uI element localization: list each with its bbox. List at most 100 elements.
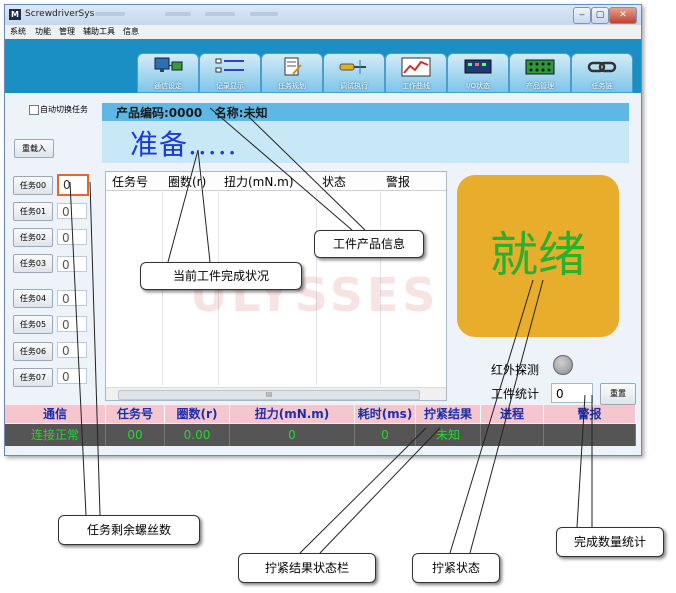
sb-val-result: 未知 [416,424,481,446]
sb-head-comm: 通信 [5,405,106,423]
tab-label: 记录显示 [216,82,244,90]
callout-product-info: 工件产品信息 [314,230,424,258]
tab-label: 工作曲线 [402,82,430,90]
title-blur-decor [165,12,191,16]
task-button-00[interactable]: 任务00 [13,176,53,195]
title-blur-decor [250,12,278,16]
col-task-no[interactable]: 任务号 [112,173,148,190]
tab-label: 任务链 [591,82,613,90]
tab-product-manage[interactable]: 产品管理 [509,53,571,93]
auto-switch-label: 自动切换任务 [40,105,88,114]
task-button-03[interactable]: 任务03 [13,254,53,273]
sb-val-task: 00 [106,424,165,446]
menu-function[interactable]: 功能 [35,26,51,37]
tab-label: 产品管理 [526,82,554,90]
workpiece-count-field[interactable]: 0 [551,383,593,403]
sb-val-torque: 0 [230,424,355,446]
title-blur-decor [205,12,235,16]
tab-label: I/O状态 [466,82,490,90]
app-logo-icon: M [9,9,21,20]
callout-count-stat: 完成数量统计 [556,527,664,557]
workpiece-count-label: 工件统计 [491,387,540,401]
callout-completion: 当前工件完成状况 [140,262,302,290]
task-remaining-05[interactable]: 0 [57,316,87,332]
task-button-02[interactable]: 任务02 [13,228,53,247]
reload-button[interactable]: 重载入 [14,139,54,158]
tab-label: 调试执行 [340,82,368,90]
reset-button[interactable]: 重置 [600,383,636,405]
task-remaining-02[interactable]: 0 [57,229,87,245]
sb-val-progress [481,424,544,446]
tab-debug-run[interactable]: 调试执行 [323,53,385,93]
sb-val-time: 0 [355,424,416,446]
tab-comm-settings[interactable]: 通信设定 [137,53,199,93]
callout-tighten-state: 拧紧状态 [412,553,500,583]
title-bar: M ScrewdriverSys ‒ ▢ ✕ [5,5,641,25]
window-title: ScrewdriverSys [25,9,95,19]
chain-link-icon [587,61,617,73]
col-alarm[interactable]: 警报 [386,173,410,190]
task-button-06[interactable]: 任务06 [13,342,53,361]
menu-manage[interactable]: 管理 [59,26,75,37]
sb-head-progress: 进程 [481,405,544,423]
tab-work-curve[interactable]: 工作曲线 [385,53,447,93]
col-turns[interactable]: 圈数(r) [168,173,206,190]
sb-val-turns: 0.00 [165,424,230,446]
maximize-button[interactable]: ▢ [591,7,609,24]
minimize-button[interactable]: ‒ [573,7,591,24]
callout-result-bar: 拧紧结果状态栏 [238,553,376,583]
task-doc-icon [284,57,302,76]
sb-val-alarm [544,424,636,446]
status-panel: 准备..... [102,121,629,163]
col-state[interactable]: 状态 [322,173,346,190]
col-torque[interactable]: 扭力(mN.m) [224,173,294,190]
task-remaining-06[interactable]: 0 [57,342,87,358]
close-button[interactable]: ✕ [609,7,637,24]
ir-status-led-icon [553,355,573,375]
sb-head-alarm: 警报 [544,405,636,423]
ready-indicator: 就绪 [457,175,619,337]
screwdriver-icon [339,60,366,74]
menu-info[interactable]: 信息 [123,26,139,37]
tab-label: 通信设定 [154,82,182,90]
task-button-01[interactable]: 任务01 [13,202,53,221]
product-board-icon [525,59,555,75]
tab-io-status[interactable]: I/O状态 [447,53,509,93]
sb-head-task: 任务号 [106,405,165,423]
toolbar: 通信设定 记录显示 任务规划 调试执行 工作曲线 I/O状态 产品管理 任务链 [5,39,641,93]
task-button-04[interactable]: 任务04 [13,289,53,308]
horizontal-scrollbar[interactable]: III [106,387,446,400]
task-remaining-00[interactable]: 0 [57,174,89,196]
title-blur-decor [95,12,125,16]
product-info-text: 产品编码:0000 名称:未知 [116,106,268,120]
callout-remaining: 任务剩余螺丝数 [58,515,200,545]
list-records-icon [215,58,244,73]
auto-switch-checkbox[interactable] [29,105,39,115]
sb-head-time: 耗时(ms) [355,405,416,423]
menu-bar: 系统 功能 管理 辅助工具 信息 [5,25,641,39]
monitor-network-icon [154,57,183,72]
task-remaining-01[interactable]: 0 [57,203,87,219]
ir-detect-label: 红外探测 [491,363,540,377]
ready-text: 就绪 [489,227,586,283]
scrollbar-thumb[interactable]: III [118,390,420,400]
task-remaining-07[interactable]: 0 [57,368,87,384]
task-remaining-03[interactable]: 0 [57,256,87,272]
io-panel-icon [464,59,492,74]
sb-val-comm: 连接正常 [5,424,106,446]
menu-tools[interactable]: 辅助工具 [83,26,115,37]
sb-head-torque: 扭力(mN.m) [230,405,355,423]
chart-curve-icon [401,57,431,77]
sb-head-result: 拧紧结果 [416,405,481,423]
table-header: 任务号 圈数(r) 扭力(mN.m) 状态 警报 [106,172,446,191]
tab-record-display[interactable]: 记录显示 [199,53,261,93]
task-button-07[interactable]: 任务07 [13,368,53,387]
menu-system[interactable]: 系统 [10,26,26,37]
task-remaining-04[interactable]: 0 [57,290,87,306]
tab-label: 任务规划 [278,82,306,90]
sb-head-turns: 圈数(r) [165,405,230,423]
task-button-05[interactable]: 任务05 [13,315,53,334]
status-text: 准备..... [130,128,238,161]
tab-task-plan[interactable]: 任务规划 [261,53,323,93]
tab-task-chain[interactable]: 任务链 [571,53,633,93]
